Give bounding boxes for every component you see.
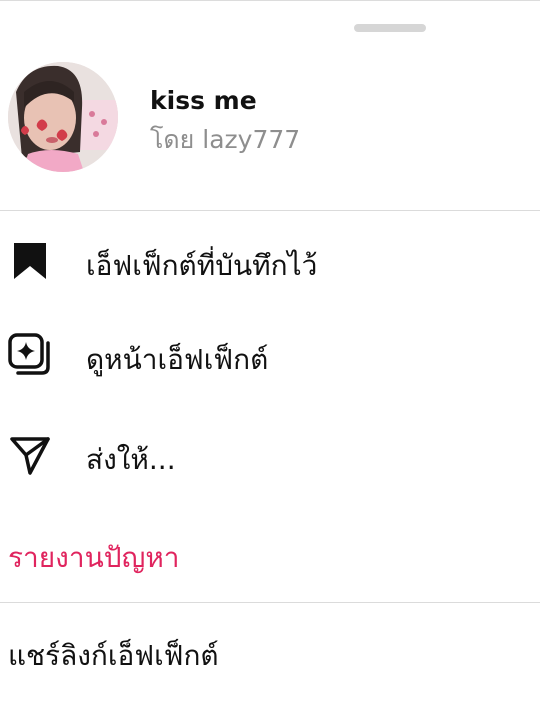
effect-header: kiss me โดย lazy777 [0,58,540,178]
effect-author[interactable]: โดย lazy777 [150,120,300,160]
effect-avatar[interactable] [8,62,118,172]
send-to-label: ส่งให้... [86,443,176,476]
share-effect-link-label: แชร์ลิงก์เอ็ฟเฟ็กต์ [8,639,219,672]
view-effect-page-item[interactable]: ดูหน้าเอ็ฟเฟ็กต์ [0,320,540,390]
bookmark-icon [8,239,52,283]
send-to-item[interactable]: ส่งให้... [0,420,540,490]
sheet-top-border [0,0,540,1]
share-effect-link-item[interactable]: แชร์ลิงก์เอ็ฟเฟ็กต์ [0,616,540,686]
avatar-image [8,62,118,172]
report-problem-item[interactable]: รายงานปัญหา [0,518,540,588]
saved-effects-label: เอ็ฟเฟ็กต์ที่บันทึกไว้ [86,249,318,282]
report-problem-label: รายงานปัญหา [8,541,180,574]
divider [0,210,540,211]
sheet-grabber-handle[interactable] [354,24,426,32]
view-effect-page-label: ดูหน้าเอ็ฟเฟ็กต์ [86,343,269,376]
effect-page-icon [8,333,52,377]
send-icon [8,433,52,477]
divider [0,602,540,603]
saved-effects-item[interactable]: เอ็ฟเฟ็กต์ที่บันทึกไว้ [0,226,540,296]
effect-title: kiss me [150,86,257,115]
effect-options-sheet: kiss me โดย lazy777 เอ็ฟเฟ็กต์ที่บันทึกไ… [0,0,540,719]
